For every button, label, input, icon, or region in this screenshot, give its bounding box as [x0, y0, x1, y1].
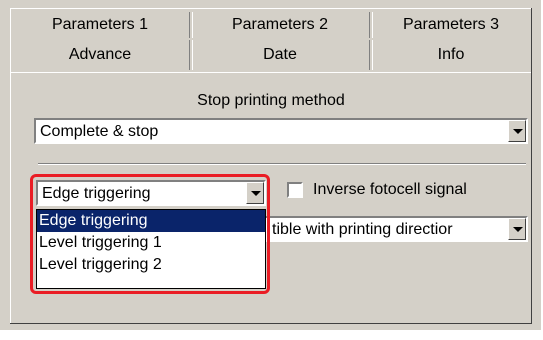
panel-border-bottom	[10, 323, 532, 324]
tab-info[interactable]: Info	[369, 38, 532, 72]
tab-parameters-2[interactable]: Parameters 2	[189, 10, 370, 40]
stop-method-select[interactable]: Complete & stop	[34, 118, 528, 144]
printing-direction-select[interactable]: tible with printing directior	[240, 216, 528, 242]
trigger-mode-value: Edge triggering	[42, 185, 151, 202]
panel-border-right	[531, 8, 532, 323]
tab-label: Parameters 2	[231, 16, 329, 33]
trigger-mode-select[interactable]: Edge triggering	[36, 180, 266, 206]
tab-label: Info	[437, 46, 465, 63]
stop-method-value: Complete & stop	[40, 123, 159, 140]
trigger-mode-dropdown-list: Edge triggering Level triggering 1 Level…	[36, 209, 266, 289]
panel-border-left	[10, 8, 11, 323]
chevron-down-icon	[513, 227, 523, 232]
stop-method-label: Stop printing method	[197, 92, 345, 109]
settings-panel: Parameters 1 Parameters 2 Parameters 3 A…	[0, 0, 541, 330]
tab-label: Parameters 3	[402, 16, 500, 33]
tab-row-top-line	[10, 8, 532, 9]
dropdown-option-edge-triggering[interactable]: Edge triggering	[37, 210, 265, 232]
inverse-signal-checkbox[interactable]	[287, 182, 303, 198]
tab-row2-divider	[10, 72, 532, 73]
tab-label: Advance	[68, 46, 132, 63]
separator-highlight	[38, 164, 526, 165]
chevron-down-icon	[251, 191, 261, 196]
printing-direction-value: tible with printing directior	[272, 221, 453, 238]
chevron-down-icon	[513, 129, 523, 134]
dropdown-option-level-triggering-2[interactable]: Level triggering 2	[37, 254, 265, 276]
tab-parameters-1[interactable]: Parameters 1	[10, 10, 190, 40]
tab-label: Parameters 1	[51, 16, 149, 33]
tab-parameters-3[interactable]: Parameters 3	[369, 10, 532, 40]
tab-advance[interactable]: Advance	[10, 38, 190, 72]
trigger-mode-dropdown-button[interactable]	[246, 182, 264, 204]
tab-label: Date	[263, 46, 297, 63]
tab-date[interactable]: Date	[189, 38, 370, 72]
inverse-signal-label[interactable]: Inverse fotocell signal	[313, 180, 467, 200]
printing-direction-dropdown-button[interactable]	[508, 218, 526, 240]
stop-method-dropdown-button[interactable]	[508, 120, 526, 142]
dropdown-option-level-triggering-1[interactable]: Level triggering 1	[37, 232, 265, 254]
